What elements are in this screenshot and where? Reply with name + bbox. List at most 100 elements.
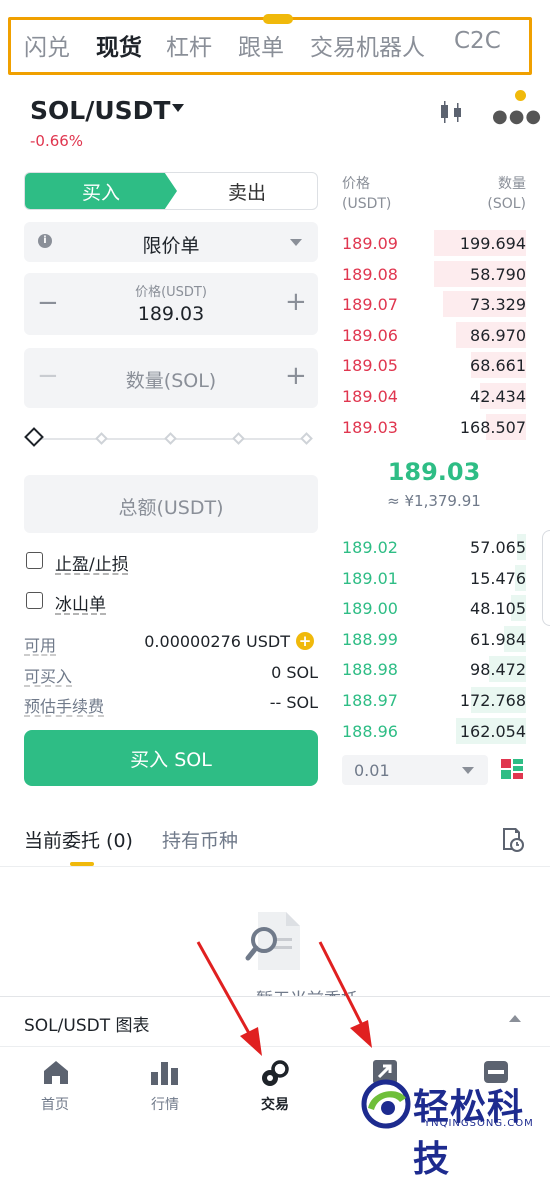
ask-quantity: 42.434 [470,387,526,406]
notch-indicator [263,14,293,24]
available-value: 0.00000276 USDT [144,632,290,651]
slider-mark-25[interactable] [95,432,108,445]
pair-title[interactable]: SOL/USDT [30,96,170,125]
watermark-text: 轻松科技 [413,1087,525,1180]
side-drawer-handle[interactable] [542,530,550,626]
book-layout-icon[interactable] [500,757,524,785]
bid-price: 188.99 [342,629,398,649]
quantity-increment-button[interactable]: + [285,361,307,391]
divider [0,866,550,867]
bar-chart-icon[interactable] [150,1060,180,1090]
available-label: 可用 [24,636,57,655]
watermark-url: YNQINGSONG.COM [424,1118,534,1129]
order-history-icon[interactable] [500,826,524,856]
tab-holdings[interactable]: 持有币种 [162,826,238,853]
tab-spot[interactable]: 现货 [96,28,142,62]
slider-mark-75[interactable] [232,432,245,445]
tab-c2c[interactable]: C2C [454,28,501,54]
tab-copy-trade[interactable]: 跟单 [238,28,284,62]
buy-sell-toggle: 买入 卖出 [24,172,318,210]
bid-price: 189.00 [342,599,398,619]
watermark-logo [360,1078,412,1134]
ask-quantity: 68.661 [470,356,526,376]
notification-dot [515,90,526,101]
ask-price: 189.08 [342,264,398,284]
price-value[interactable]: 189.03 [24,303,318,325]
home-icon[interactable] [42,1058,70,1090]
ask-row[interactable]: 189.04 42.434 [342,381,526,411]
tab-flash-swap[interactable]: 闪兑 [24,28,70,62]
iceberg-checkbox[interactable] [26,592,43,609]
slider-handle[interactable] [24,427,44,447]
total-placeholder: 总额(USDT) [118,497,224,519]
deposit-plus-icon[interactable]: + [296,632,314,650]
bid-row[interactable]: 189.00 48.105 [342,593,526,623]
trade-icon[interactable] [260,1060,290,1092]
nav-markets[interactable]: 行情 [135,1094,195,1114]
fee-label: 预估手续费 [24,697,105,716]
sell-tab[interactable]: 卖出 [175,173,317,209]
ask-quantity: 168.507 [459,417,526,437]
ask-row[interactable]: 189.03 168.507 [342,412,526,442]
ask-price: 189.04 [342,387,398,406]
ask-row[interactable]: 189.08 58.790 [342,259,526,289]
ob-qty-header: 数量 (SOL) [470,174,526,214]
ask-quantity: 199.694 [459,234,526,253]
price-increment-button[interactable]: + [285,287,307,317]
bid-quantity: 61.984 [470,629,526,649]
bid-row[interactable]: 188.99 61.984 [342,624,526,654]
ask-price: 189.05 [342,356,398,376]
pair-dropdown-icon[interactable] [172,104,184,112]
ob-qty-header-text: 数量 [498,176,526,192]
candlestick-icon[interactable] [438,100,466,128]
ob-price-header-text: 价格 [342,176,370,192]
price-change: -0.66% [30,132,84,150]
bid-row[interactable]: 188.97 172.768 [342,685,526,715]
ask-row[interactable]: 189.07 73.329 [342,289,526,319]
ask-price: 189.06 [342,325,398,345]
ask-price: 189.09 [342,234,398,253]
bid-price: 189.02 [342,538,398,557]
last-price-fiat: ≈ ¥1,379.91 [387,492,481,510]
ask-quantity: 73.329 [470,295,526,315]
more-icon[interactable]: ●●● [492,106,542,127]
tab-trading-bot[interactable]: 交易机器人 [310,28,425,62]
ask-quantity: 58.790 [470,264,526,284]
bid-quantity: 57.065 [470,538,526,557]
buy-sol-button[interactable]: 买入 SOL [24,730,318,786]
iceberg-label[interactable]: 冰山单 [55,590,106,615]
bid-price: 188.97 [342,691,398,710]
last-price[interactable]: 189.03 [342,458,526,486]
bid-quantity: 48.105 [470,599,526,619]
bid-row[interactable]: 189.01 15.476 [342,563,526,593]
ask-row[interactable]: 189.09 199.694 [342,228,526,258]
ask-row[interactable]: 189.05 68.661 [342,350,526,380]
ask-price: 189.03 [342,417,398,437]
bid-price: 188.96 [342,721,398,741]
nav-home[interactable]: 首页 [25,1094,85,1114]
chevron-down-icon [290,239,302,246]
bid-row[interactable]: 189.02 57.065 [342,532,526,562]
annotation-arrows [196,941,372,1056]
tp-sl-label[interactable]: 止盈/止损 [55,550,129,575]
nav-trade[interactable]: 交易 [245,1094,305,1114]
quantity-placeholder: 数量(SOL) [125,370,217,392]
buy-tab[interactable]: 买入 [25,173,177,209]
ob-price-unit: (USDT) [342,196,392,212]
max-buy-value: 0 SOL [271,663,318,682]
tab-margin[interactable]: 杠杆 [166,28,212,62]
bid-price: 188.98 [342,660,398,680]
fee-value: -- SOL [269,693,318,712]
ask-row[interactable]: 189.06 86.970 [342,320,526,350]
tp-sl-checkbox[interactable] [26,552,43,569]
bid-row[interactable]: 188.96 162.054 [342,716,526,746]
chevron-up-icon[interactable] [509,1015,521,1022]
slider-mark-50[interactable] [164,432,177,445]
bid-quantity: 15.476 [470,568,526,588]
max-buy-label: 可买入 [24,667,73,686]
bid-row[interactable]: 188.98 98.472 [342,654,526,684]
slider-mark-100[interactable] [300,432,313,445]
tab-open-orders[interactable]: 当前委托 (0) [24,826,133,853]
ask-price: 189.07 [342,295,398,315]
bid-quantity: 172.768 [459,691,526,710]
